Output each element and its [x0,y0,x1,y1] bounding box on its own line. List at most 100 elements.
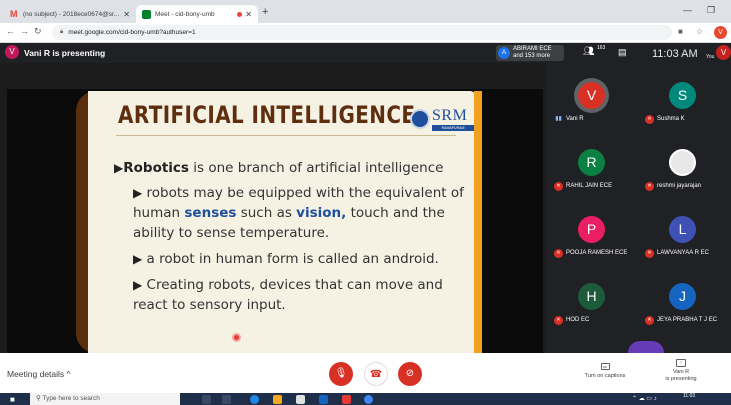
new-tab-button[interactable]: + [262,6,268,18]
participant-tile-peek [628,341,664,353]
restore-icon[interactable]: ❐ [707,5,715,16]
store-icon[interactable] [296,395,305,404]
hang-up-icon: ☎︎ [369,369,383,380]
participant-name: Vani R [566,116,584,122]
browser-tab-strip: M (no subject) - 2018ece0674@sr... ✕ Mee… [0,0,731,23]
windows-start-icon[interactable]: ■ [10,395,15,404]
edge-icon[interactable] [250,395,259,404]
presenter-label: Vani R [672,369,690,375]
avatar: J [669,283,696,310]
taskbar-search[interactable]: ⚲ Type here to search [30,393,180,405]
close-icon[interactable]: ✕ [245,10,252,19]
tab-gmail[interactable]: M (no subject) - 2018ece0674@sr... ✕ [4,5,136,23]
tab-meet[interactable]: Meet - cid-bony-umb ✕ [136,5,258,23]
participant-tile[interactable]: H ✕ HOD EC [548,276,638,334]
captions-button[interactable]: cc Turn on captions [580,363,630,379]
avatar: V [578,82,605,109]
gmail-icon: M [10,8,18,19]
mail-icon[interactable] [319,395,328,404]
back-icon[interactable]: ← [6,26,15,36]
app-icon[interactable] [342,395,351,404]
srm-emblem-icon [410,109,430,129]
bullet-text: is one branch of artificial intelligence [188,160,444,176]
avatar: P [578,216,605,243]
mic-off-icon: 🎙︎ [334,368,348,379]
meeting-details-button[interactable]: Meeting details ^ [7,369,71,379]
taskbar-clock: 11:03 [683,393,696,399]
profile-avatar[interactable]: V [714,26,727,39]
captions-icon: cc [600,363,610,370]
search-placeholder: Type here to search [42,395,100,402]
participant-name: RAHIL JAIN ECE [566,183,613,189]
participant-name: HOD EC [566,317,590,323]
reload-icon[interactable]: ↻ [34,26,42,37]
file-explorer-icon[interactable] [273,395,282,404]
sub-bullet: ▶ a robot in human form is called an and… [114,249,474,269]
url-text: meet.google.com/cid-bony-umb?authuser=1 [68,29,196,36]
people-count: 163 [597,45,606,51]
sub-bullet: ▶ Creating robots, devices that can move… [114,275,474,315]
participant-name: POOJA RAMESH ECE [566,250,628,256]
attendee-names: ABIRAMI ECE and 153 more [513,46,552,60]
presenting-label: is presenting [665,376,697,382]
avatar: L [669,216,696,243]
meet-top-bar: V Vani R is presenting A ABIRAMI ECE and… [0,43,731,63]
srm-logo: SRM RAMAPURAM [410,107,474,133]
mic-off-button[interactable]: 🎙︎ [329,362,353,386]
camera-off-button[interactable]: ⊘ [398,362,422,386]
attendee-chip[interactable]: A ABIRAMI ECE and 153 more [496,45,564,61]
url-input[interactable]: 🔒︎ meet.google.com/cid-bony-umb?authuser… [52,25,672,40]
tab-title: (no subject) - 2018ece0674@sr... [23,10,120,18]
arrow-bullet-icon: ▶ [133,252,143,266]
cortana-icon[interactable] [202,395,211,404]
screen: M (no subject) - 2018ece0674@sr... ✕ Mee… [0,0,731,405]
meet-bottom-bar: Meeting details ^ 🎙︎ ☎︎ ⊘ cc Turn on cap… [0,353,731,393]
presenting-status: Vani R is presenting [24,48,106,58]
chrome-icon[interactable] [364,395,373,404]
keyword-senses: senses [184,205,237,221]
participant-tile[interactable]: V ▮▮ Vani R [548,75,638,133]
arrow-bullet-icon: ▶ [114,161,124,175]
presentation-button[interactable]: ↑ Vani R is presenting [656,359,706,383]
bullet-text: a robot in human form is called an andro… [146,251,439,267]
participant-tile[interactable]: J ✕ JEYA PRABHA T J EC [639,276,729,334]
participant-tile[interactable]: P ✕ POOJA RAMESH ECE [548,209,638,267]
mic-off-icon: ✕ [554,182,563,191]
mic-off-icon: ✕ [645,115,654,124]
avatar-image [669,149,696,176]
forward-icon[interactable]: → [20,26,29,36]
bullet-main: ▶Robotics is one branch of artificial in… [114,160,474,177]
participant-name: reshmi jayarajan [657,183,702,189]
meet-icon [142,9,151,19]
participant-name: Sushma K [657,116,685,122]
tab-title: Meet - cid-bony-umb [155,10,215,18]
star-icon[interactable]: ☆ [696,27,703,36]
participant-tile[interactable]: ✕ reshmi jayarajan [639,142,729,200]
avatar: S [669,82,696,109]
participant-tile[interactable]: S ✕ Sushma K [639,75,729,133]
minimize-icon[interactable]: — [683,5,692,15]
avatar: R [578,149,605,176]
close-icon[interactable]: ✕ [123,10,130,19]
participant-tile[interactable]: L ✕ LAWVANYAA R EC [639,209,729,267]
system-tray-icons[interactable]: ⌃ ☁ ▭ ♪ [632,395,657,402]
presentation-stage: ARTIFICIAL INTELLIGENCE SRM RAMAPURAM ▶R… [0,63,546,353]
camera-icon[interactable]: ■ [678,27,683,36]
bullet-keyword: Robotics [123,160,189,176]
avatar: H [578,283,605,310]
chat-icon[interactable]: ▤ [618,47,627,58]
people-icon[interactable]: 👥︎ [583,46,594,57]
meeting-time: 11:03 AM [652,48,698,60]
task-view-icon[interactable] [222,395,231,404]
you-label: You [706,54,715,60]
leave-call-button[interactable]: ☎︎ [364,362,388,386]
slide-bullets: ▶Robotics is one branch of artificial in… [114,160,474,315]
participant-tile[interactable]: R ✕ RAHIL JAIN ECE [548,142,638,200]
avatar: A [498,47,510,59]
slide: ARTIFICIAL INTELLIGENCE SRM RAMAPURAM ▶R… [88,91,476,353]
more-options-icon[interactable]: ⋮ [727,367,731,378]
participant-grid: V ▮▮ Vani R S ✕ Sushma K R ✕ RAHIL JAIN … [546,63,731,353]
self-avatar[interactable]: V [716,45,731,60]
logo-text: SRM [432,107,468,124]
arrow-bullet-icon: ▶ [133,186,143,200]
